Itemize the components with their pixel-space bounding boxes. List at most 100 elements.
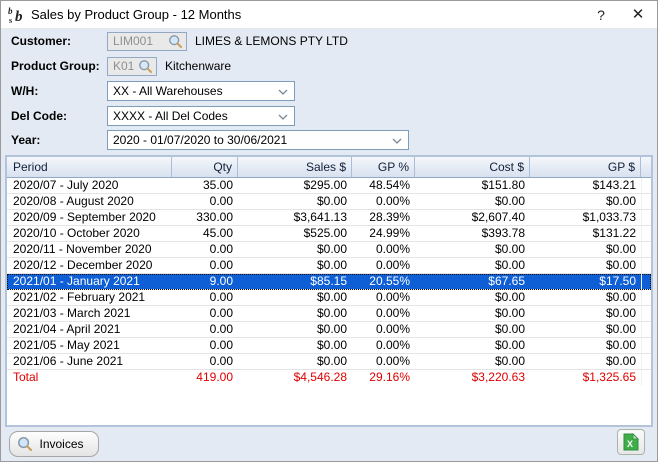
cell-gp-pct: 0.00%	[352, 194, 415, 209]
cell-gp-pct: 0.00%	[352, 306, 415, 321]
column-header-period[interactable]: Period	[7, 157, 172, 177]
cell-filler	[641, 210, 651, 225]
app-logo-icon: b s b	[8, 5, 28, 25]
column-header-cost[interactable]: Cost $	[415, 157, 530, 177]
cell-filler	[641, 178, 651, 193]
table-row-selected[interactable]: 2021/01 - January 2021 9.00 $85.15 20.55…	[7, 274, 651, 290]
cell-period: 2021/03 - March 2021	[7, 306, 172, 321]
cell-filler	[641, 242, 651, 257]
cell-gp: $0.00	[530, 194, 641, 209]
cell-qty: 9.00	[172, 274, 238, 289]
warehouse-row: W/H: XX - All Warehouses	[11, 81, 295, 101]
chevron-down-icon	[278, 114, 288, 120]
cell-period: 2020/11 - November 2020	[7, 242, 172, 257]
cell-period: 2020/08 - August 2020	[7, 194, 172, 209]
column-header-sales[interactable]: Sales $	[238, 157, 352, 177]
column-header-gp[interactable]: GP $	[530, 157, 641, 177]
column-header-filler	[641, 157, 651, 177]
table-row[interactable]: 2021/04 - April 2021 0.00 $0.00 0.00% $0…	[7, 322, 651, 338]
cell-cost: $0.00	[415, 338, 530, 353]
cell-filler	[641, 290, 651, 305]
cell-cost: $67.65	[415, 274, 530, 289]
cell-gp-pct: 28.39%	[352, 210, 415, 225]
help-button[interactable]: ?	[587, 1, 615, 29]
cell-gp-pct: 0.00%	[352, 338, 415, 353]
cell-filler	[641, 194, 651, 209]
product-group-input[interactable]: K01	[107, 57, 157, 76]
export-excel-button[interactable]: X	[617, 429, 645, 455]
total-gp: $1,325.65	[530, 370, 641, 386]
table-row[interactable]: 2021/02 - February 2021 0.00 $0.00 0.00%…	[7, 290, 651, 306]
table-row[interactable]: 2021/03 - March 2021 0.00 $0.00 0.00% $0…	[7, 306, 651, 322]
table-row[interactable]: 2020/10 - October 2020 45.00 $525.00 24.…	[7, 226, 651, 242]
customer-search-icon[interactable]	[168, 34, 183, 49]
svg-text:X: X	[627, 439, 633, 449]
cell-cost: $0.00	[415, 194, 530, 209]
cell-cost: $0.00	[415, 290, 530, 305]
invoices-button[interactable]: Invoices	[9, 431, 99, 457]
close-button[interactable]: ✕	[623, 1, 653, 29]
column-header-qty[interactable]: Qty	[172, 157, 238, 177]
cell-gp-pct: 0.00%	[352, 290, 415, 305]
column-header-gp-pct[interactable]: GP %	[352, 157, 415, 177]
table-row[interactable]: 2021/06 - June 2021 0.00 $0.00 0.00% $0.…	[7, 354, 651, 370]
cell-sales: $295.00	[238, 178, 352, 193]
year-label: Year:	[11, 133, 107, 147]
cell-gp-pct: 20.55%	[352, 274, 415, 289]
cell-cost: $0.00	[415, 242, 530, 257]
cell-gp: $1,033.73	[530, 210, 641, 225]
cell-filler	[641, 258, 651, 273]
table-row[interactable]: 2020/12 - December 2020 0.00 $0.00 0.00%…	[7, 258, 651, 274]
total-gp-pct: 29.16%	[352, 370, 415, 386]
table-row[interactable]: 2021/05 - May 2021 0.00 $0.00 0.00% $0.0…	[7, 338, 651, 354]
cell-qty: 35.00	[172, 178, 238, 193]
cell-gp: $131.22	[530, 226, 641, 241]
year-value: 2020 - 01/07/2020 to 30/06/2021	[113, 133, 287, 147]
product-group-name: Kitchenware	[165, 59, 231, 73]
total-sales: $4,546.28	[238, 370, 352, 386]
warehouse-select[interactable]: XX - All Warehouses	[107, 81, 295, 101]
cell-filler	[641, 306, 651, 321]
cell-filler	[641, 274, 651, 289]
sales-grid: Period Qty Sales $ GP % Cost $ GP $ 2020…	[5, 155, 653, 427]
cell-gp: $0.00	[530, 242, 641, 257]
del-code-select[interactable]: XXXX - All Del Codes	[107, 106, 295, 126]
cell-gp-pct: 0.00%	[352, 322, 415, 337]
table-row[interactable]: 2020/11 - November 2020 0.00 $0.00 0.00%…	[7, 242, 651, 258]
del-code-row: Del Code: XXXX - All Del Codes	[11, 106, 295, 126]
cell-qty: 45.00	[172, 226, 238, 241]
cell-gp: $0.00	[530, 306, 641, 321]
chevron-down-icon	[392, 138, 402, 144]
cell-qty: 0.00	[172, 322, 238, 337]
cell-cost: $151.80	[415, 178, 530, 193]
cell-qty: 330.00	[172, 210, 238, 225]
cell-sales: $0.00	[238, 242, 352, 257]
cell-gp-pct: 0.00%	[352, 258, 415, 273]
cell-filler	[641, 370, 651, 386]
cell-qty: 0.00	[172, 290, 238, 305]
table-row[interactable]: 2020/08 - August 2020 0.00 $0.00 0.00% $…	[7, 194, 651, 210]
invoices-button-label: Invoices	[33, 437, 98, 451]
svg-text:s: s	[9, 16, 12, 25]
cell-cost: $0.00	[415, 258, 530, 273]
year-row: Year: 2020 - 01/07/2020 to 30/06/2021	[11, 130, 409, 150]
cell-qty: 0.00	[172, 354, 238, 369]
total-qty: 419.00	[172, 370, 238, 386]
cell-qty: 0.00	[172, 338, 238, 353]
customer-name: LIMES & LEMONS PTY LTD	[195, 34, 348, 48]
cell-period: 2021/06 - June 2021	[7, 354, 172, 369]
cell-sales: $0.00	[238, 338, 352, 353]
product-group-search-icon[interactable]	[138, 59, 153, 74]
table-row[interactable]: 2020/07 - July 2020 35.00 $295.00 48.54%…	[7, 178, 651, 194]
cell-gp: $0.00	[530, 322, 641, 337]
footer-bar: Invoices X	[1, 427, 658, 462]
customer-input[interactable]: LIM001	[107, 32, 187, 51]
table-row[interactable]: 2020/09 - September 2020 330.00 $3,641.1…	[7, 210, 651, 226]
year-select[interactable]: 2020 - 01/07/2020 to 30/06/2021	[107, 130, 409, 150]
cell-gp: $143.21	[530, 178, 641, 193]
cell-period: 2020/12 - December 2020	[7, 258, 172, 273]
invoices-search-icon	[17, 436, 33, 452]
warehouse-label: W/H:	[11, 84, 107, 98]
total-cost: $3,220.63	[415, 370, 530, 386]
svg-text:b: b	[8, 6, 13, 16]
